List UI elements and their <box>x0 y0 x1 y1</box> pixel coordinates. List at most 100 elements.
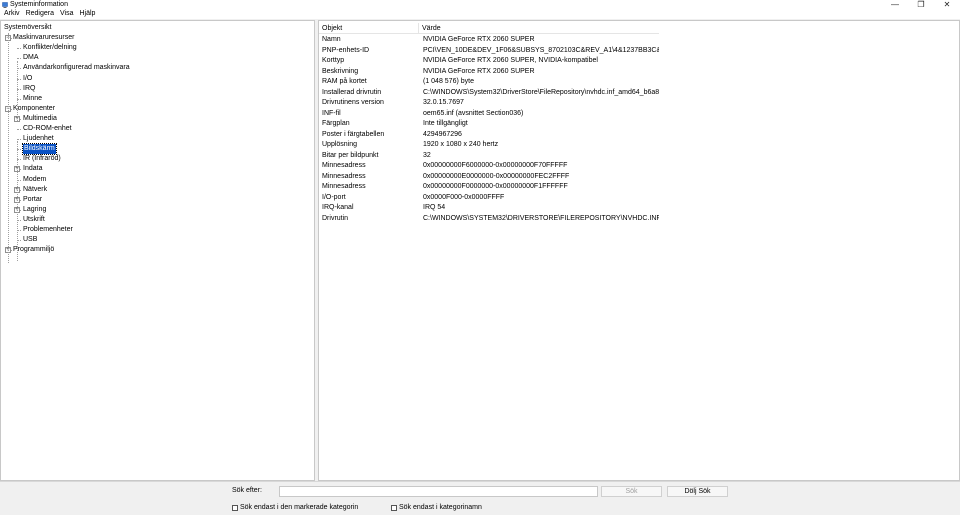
tree-item-ir-infraröd[interactable]: IR (Infraröd) <box>1 154 314 164</box>
tree-item-konflikter-delning[interactable]: Konflikter/delning <box>1 43 314 53</box>
tree-item-label: Utskrift <box>23 215 45 223</box>
detail-row[interactable]: Poster i färgtabellen 4294967296 <box>319 130 659 141</box>
menu-bar: Arkiv Redigera Visa Hjälp <box>0 9 960 19</box>
tree-item-label: Indata <box>23 165 43 173</box>
detail-key: Korttyp <box>322 57 345 64</box>
tree-item-nätverk[interactable]: + Nätverk <box>1 185 314 195</box>
detail-value: PCI\VEN_10DE&DEV_1F06&SUBSYS_8702103C&RE… <box>423 46 659 54</box>
tree-item-programmiljö[interactable]: + Programmiljö <box>1 245 314 255</box>
details-list[interactable]: Objekt Värde Namn NVIDIA GeForce RTX 2060… <box>318 20 960 481</box>
tree-item-i-o[interactable]: I/O <box>1 74 314 84</box>
detail-value: 32.0.15.7697 <box>423 99 464 106</box>
tree-item-portar[interactable]: + Portar <box>1 195 314 205</box>
search-selected-category-checkbox[interactable] <box>232 504 238 511</box>
tree-item-användarkonfigurerad-maskinvara[interactable]: Användarkonfigurerad maskinvara <box>1 63 314 73</box>
detail-row[interactable]: INF-fil oem65.inf (avsnittet Section036) <box>319 109 659 120</box>
detail-row[interactable]: Beskrivning NVIDIA GeForce RTX 2060 SUPER <box>319 67 659 78</box>
tree-item-lagring[interactable]: + Lagring <box>1 205 314 215</box>
detail-row[interactable]: RAM på kortet (1 048 576) byte <box>319 77 659 88</box>
tree-item-label: Konflikter/delning <box>23 44 77 52</box>
tree-item-usb[interactable]: USB <box>1 235 314 245</box>
detail-key: I/O-port <box>322 193 346 201</box>
column-header-varde[interactable]: Värde <box>419 23 659 34</box>
tree-guide-line <box>17 61 18 121</box>
tree-item-systemöversikt[interactable]: Systemöversikt <box>1 23 314 33</box>
search-input[interactable] <box>279 486 598 497</box>
tree-item-bildskärm[interactable]: Bildskärm <box>1 143 314 156</box>
detail-key: Namn <box>322 36 341 43</box>
category-tree[interactable]: Systemöversikt − Maskinvaruresurser Konflik… <box>0 20 315 481</box>
detail-row[interactable]: IRQ-kanal IRQ 54 <box>319 203 659 214</box>
tree-item-ljudenhet[interactable]: Ljudenhet <box>1 134 314 144</box>
detail-row[interactable]: Upplösning 1920 x 1080 x 240 hertz <box>319 140 659 151</box>
tree-item-label: IRQ <box>23 84 36 92</box>
tree-item-label: USB <box>23 236 38 244</box>
window-title: Systeminformation <box>10 1 68 8</box>
search-button[interactable]: Sök <box>601 486 662 497</box>
detail-value: C:\WINDOWS\System32\DriverStore\FileRepo… <box>423 88 659 96</box>
detail-key: PNP-enhets-ID <box>322 46 370 54</box>
detail-row[interactable]: Installerad drivrutin C:\WINDOWS\System32… <box>319 88 659 99</box>
minimize-button[interactable]: — <box>882 0 908 9</box>
tree-item-indata[interactable]: + Indata <box>1 164 314 174</box>
detail-value: 0x0000F000-0x0000FFFF <box>423 193 505 201</box>
tree-item-minne[interactable]: Minne <box>1 94 314 104</box>
maximize-button[interactable]: ❐ <box>908 0 934 9</box>
detail-key: Minnesadress <box>322 172 366 180</box>
tree-item-irq[interactable]: IRQ <box>1 84 314 94</box>
detail-row[interactable]: PNP-enhets-ID PCI\VEN_10DE&DEV_1F06&SUBSY… <box>319 46 659 57</box>
detail-key: Minnesadress <box>322 183 366 190</box>
detail-row[interactable]: Drivrutinens version 32.0.15.7697 <box>319 98 659 109</box>
close-button[interactable]: ✕ <box>934 0 960 9</box>
detail-row[interactable]: Namn NVIDIA GeForce RTX 2060 SUPER <box>319 35 659 46</box>
tree-item-label: Multimedia <box>23 114 57 122</box>
tree-item-label: Bildskärm <box>22 143 57 156</box>
detail-value: IRQ 54 <box>423 204 446 211</box>
detail-row[interactable]: Drivrutin C:\WINDOWS\SYSTEM32\DRIVERSTORE… <box>319 214 659 225</box>
detail-value: 0x00000000F6000000-0x00000000F70FFFFF <box>423 162 568 169</box>
tree-item-label: Maskinvaruresurser <box>13 34 75 42</box>
menu-visa[interactable]: Visa <box>57 9 77 19</box>
tree-item-label: Ljudenhet <box>23 135 54 143</box>
column-header-objekt[interactable]: Objekt <box>319 23 419 34</box>
menu-arkiv[interactable]: Arkiv <box>1 9 23 19</box>
detail-row[interactable]: Bitar per bildpunkt 32 <box>319 151 659 162</box>
tree-item-utskrift[interactable]: Utskrift <box>1 215 314 225</box>
tree-item-label: Portar <box>23 195 43 203</box>
tree-item-label: CD-ROM-enhet <box>23 125 72 132</box>
tree-connector <box>17 129 21 130</box>
tree-connector <box>17 48 21 50</box>
search-category-names-option[interactable]: Sök endast i kategorinamn <box>391 504 482 511</box>
detail-row[interactable]: Minnesadress 0x00000000F6000000-0x0000000… <box>319 161 659 172</box>
tree-item-cd-rom-enhet[interactable]: CD-ROM-enhet <box>1 124 314 134</box>
tree-item-label: Minne <box>23 94 43 102</box>
tree-item-label: I/O <box>23 74 33 82</box>
detail-value: Inte tillgängligt <box>423 120 468 127</box>
tree-item-dma[interactable]: DMA <box>1 53 314 63</box>
search-selected-category-option[interactable]: Sök endast i den markerade kategorin <box>232 504 358 511</box>
hide-search-button[interactable]: Dölj Sök <box>667 486 728 497</box>
search-panel: Sök efter: Sök Dölj Sök Sök endast i den… <box>0 481 960 515</box>
tree-item-label: Modem <box>23 175 47 183</box>
search-label: Sök efter: <box>232 487 262 494</box>
tree-item-modem[interactable]: Modem <box>1 175 314 185</box>
detail-row[interactable]: Minnesadress 0x00000000F0000000-0x0000000… <box>319 182 659 193</box>
detail-row[interactable]: Färgplan Inte tillgängligt <box>319 119 659 130</box>
detail-row[interactable]: Korttyp NVIDIA GeForce RTX 2060 SUPER, NV… <box>319 56 659 67</box>
tree-item-multimedia[interactable]: + Multimedia <box>1 114 314 124</box>
detail-value: (1 048 576) byte <box>423 78 474 85</box>
search-category-names-checkbox[interactable] <box>391 504 397 511</box>
tree-guide-line <box>17 141 18 261</box>
detail-row[interactable]: I/O-port 0x0000F000-0x0000FFFF <box>319 193 659 204</box>
tree-item-label: Användarkonfigurerad maskinvara <box>23 64 130 72</box>
detail-value: NVIDIA GeForce RTX 2060 SUPER <box>423 36 535 43</box>
detail-value: 0x00000000E0000000-0x00000000FEC2FFFF <box>423 172 570 180</box>
detail-key: Minnesadress <box>322 162 366 169</box>
tree-item-maskinvaruresurser[interactable]: − Maskinvaruresurser <box>1 33 314 43</box>
detail-row[interactable]: Minnesadress 0x00000000E0000000-0x0000000… <box>319 172 659 183</box>
tree-item-komponenter[interactable]: − Komponenter <box>1 104 314 114</box>
menu-redigera[interactable]: Redigera <box>23 9 57 19</box>
search-selected-category-label: Sök endast i den markerade kategorin <box>240 504 359 511</box>
menu-hjalp[interactable]: Hjälp <box>76 9 98 19</box>
tree-item-problemenheter[interactable]: Problemenheter <box>1 225 314 235</box>
